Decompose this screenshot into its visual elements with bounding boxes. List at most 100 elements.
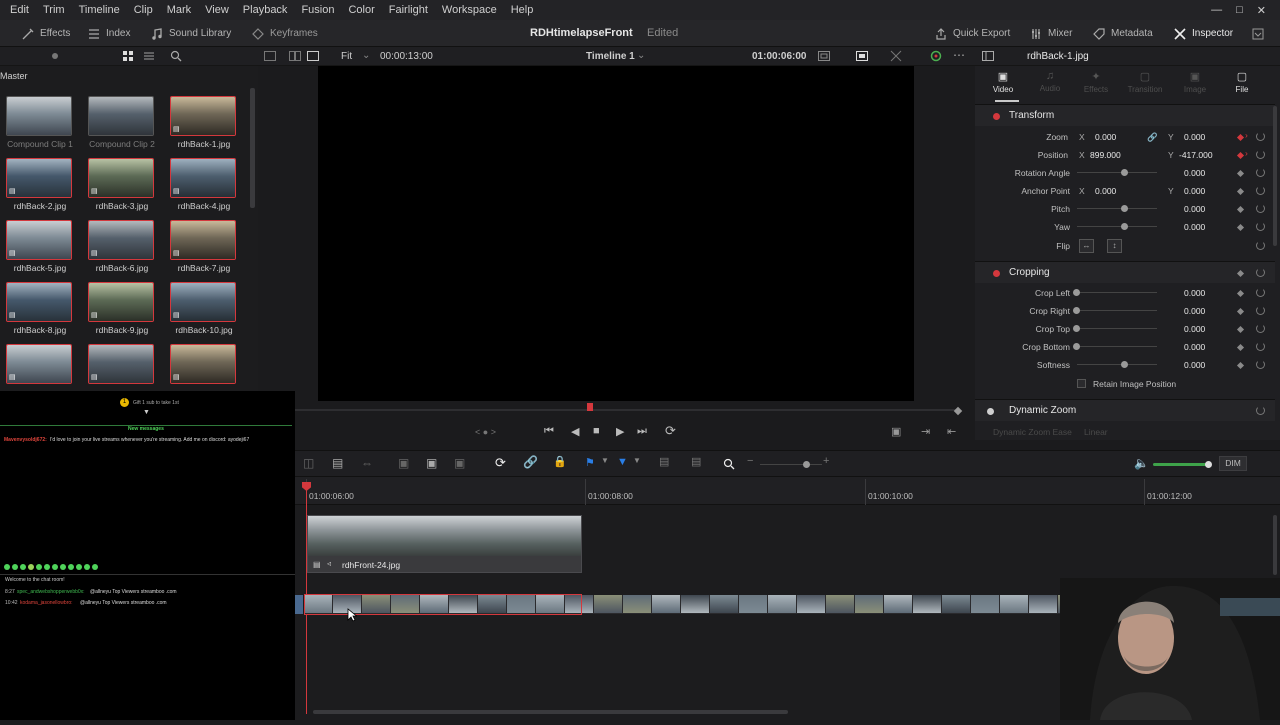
loop-icon[interactable]: ⟳: [665, 423, 676, 439]
zoom-icon[interactable]: [723, 458, 735, 470]
file-tab[interactable]: ▢ File: [1222, 70, 1262, 94]
play-icon[interactable]: ▶: [616, 425, 624, 438]
snapping-icon[interactable]: ⟳: [495, 455, 506, 471]
menu-fusion[interactable]: Fusion: [294, 4, 341, 16]
menu-fairlight[interactable]: Fairlight: [382, 4, 435, 16]
slider-knob[interactable]: [1121, 223, 1128, 230]
replace-clip-icon[interactable]: ▣: [454, 456, 465, 470]
playhead-marker[interactable]: [587, 403, 593, 411]
rotation-field[interactable]: 0.000: [1184, 168, 1205, 178]
menu-help[interactable]: Help: [504, 4, 541, 16]
enable-toggle[interactable]: [987, 408, 994, 415]
zoom-fit-select[interactable]: Fit: [341, 51, 352, 62]
keyframe-icon[interactable]: [1236, 187, 1245, 196]
mark-out-icon[interactable]: ⇤: [947, 425, 956, 438]
chevron-down-icon[interactable]: ▼: [601, 456, 609, 465]
viewer-canvas[interactable]: [318, 66, 914, 401]
slider-knob[interactable]: [1205, 461, 1212, 468]
reset-icon[interactable]: [1256, 222, 1265, 231]
transform-section-header[interactable]: Transform: [975, 104, 1275, 126]
marker-icon[interactable]: ▼: [617, 456, 628, 468]
color-wheel-icon[interactable]: [930, 50, 942, 62]
effects-button[interactable]: Effects: [22, 20, 70, 47]
enable-toggle[interactable]: [993, 113, 1000, 120]
trim-mode-icon[interactable]: ⇔: [361, 456, 373, 470]
reset-icon[interactable]: [1256, 360, 1265, 369]
dynamic-zoom-section-header[interactable]: Dynamic Zoom: [975, 399, 1275, 421]
dual-viewer-icon[interactable]: [289, 51, 301, 61]
reset-icon[interactable]: [1256, 406, 1265, 415]
menu-workspace[interactable]: Workspace: [435, 4, 504, 16]
media-thumbnail[interactable]: ▤: [170, 282, 236, 322]
timeline-clip[interactable]: ▤ ◃ rdhFront-24.jpg: [307, 515, 582, 573]
media-pool-scrollbar[interactable]: [250, 88, 255, 208]
chevron-down-icon[interactable]: ▼: [633, 456, 641, 465]
slider-knob[interactable]: [1121, 361, 1128, 368]
media-thumbnail[interactable]: ▤: [6, 344, 72, 384]
speaker-icon[interactable]: 🔈: [1134, 456, 1149, 470]
close-icon[interactable]: ✕: [1257, 4, 1266, 17]
slider-knob[interactable]: [803, 461, 810, 468]
timeline-scrollbar[interactable]: [313, 710, 788, 714]
keyframe-icon[interactable]: [1236, 325, 1245, 334]
link-icon[interactable]: 🔗: [1147, 132, 1158, 143]
transform-icon[interactable]: [890, 50, 902, 62]
media-thumbnail[interactable]: ▤: [6, 220, 72, 260]
media-thumbnail[interactable]: ▤: [6, 282, 72, 322]
media-thumbnail[interactable]: [6, 96, 72, 136]
minimize-icon[interactable]: —: [1211, 4, 1222, 16]
retain-image-checkbox[interactable]: [1077, 379, 1086, 388]
slider-knob[interactable]: [1073, 289, 1080, 296]
dim-button[interactable]: DIM: [1219, 456, 1247, 471]
media-thumbnail[interactable]: ▤: [170, 158, 236, 198]
crop-left-field[interactable]: 0.000: [1184, 288, 1205, 298]
reset-icon[interactable]: [1256, 150, 1265, 159]
flip-horizontal-icon[interactable]: ↔: [1079, 239, 1094, 253]
position-x-field[interactable]: 899.000: [1090, 150, 1121, 160]
reset-icon[interactable]: [1256, 268, 1265, 277]
menu-clip[interactable]: Clip: [127, 4, 160, 16]
out-point-marker[interactable]: [953, 406, 963, 416]
detail-zoom-icon[interactable]: ▤: [691, 455, 701, 468]
keyframe-icon[interactable]: [1236, 343, 1245, 352]
effects-tab[interactable]: ✦ Effects: [1076, 70, 1116, 94]
chevron-right-icon[interactable]: ›: [1245, 148, 1248, 158]
keyframes-button[interactable]: Keyframes: [252, 20, 318, 47]
grid-view-icon[interactable]: [123, 51, 134, 62]
chevron-right-icon[interactable]: ›: [1245, 130, 1248, 140]
cropping-section-header[interactable]: Cropping: [975, 261, 1275, 283]
keyframe-icon[interactable]: [1236, 361, 1245, 370]
media-thumbnail[interactable]: [88, 96, 154, 136]
reset-icon[interactable]: [1256, 241, 1265, 250]
index-button[interactable]: Index: [88, 20, 130, 47]
viewer-layout-icon[interactable]: [264, 51, 276, 61]
media-thumbnail[interactable]: ▤: [170, 96, 236, 136]
slider-knob[interactable]: [1073, 343, 1080, 350]
zoom-x-field[interactable]: 0.000: [1095, 132, 1116, 142]
sound-library-button[interactable]: Sound Library: [151, 20, 231, 47]
mixer-button[interactable]: Mixer: [1030, 20, 1072, 47]
timeline-vertical-scrollbar[interactable]: [1273, 515, 1277, 575]
more-options-icon[interactable]: ⋯: [953, 48, 965, 62]
softness-field[interactable]: 0.000: [1184, 360, 1205, 370]
pitch-field[interactable]: 0.000: [1184, 204, 1205, 214]
anchor-x-field[interactable]: 0.000: [1095, 186, 1116, 196]
select-mode-icon[interactable]: ▤: [332, 456, 343, 470]
timeline-name[interactable]: Timeline 1: [586, 51, 635, 62]
reset-icon[interactable]: [1256, 288, 1265, 297]
timeline-ruler[interactable]: 01:00:06:00 01:00:08:00 01:00:10:00 01:0…: [295, 477, 1280, 505]
media-thumbnail[interactable]: ▤: [170, 344, 236, 384]
anchor-y-field[interactable]: 0.000: [1184, 186, 1205, 196]
crop-right-slider[interactable]: [1077, 310, 1157, 311]
panel-layout-icon[interactable]: [982, 51, 994, 61]
video-tab[interactable]: ▣ Video: [983, 70, 1023, 94]
menu-view[interactable]: View: [198, 4, 236, 16]
crop-right-field[interactable]: 0.000: [1184, 306, 1205, 316]
media-thumbnail[interactable]: ▤: [170, 220, 236, 260]
keyframe-icon[interactable]: [1236, 133, 1245, 142]
inspector-button[interactable]: Inspector: [1174, 20, 1233, 47]
list-view-icon[interactable]: [144, 51, 155, 62]
slider-knob[interactable]: [1121, 205, 1128, 212]
menu-timeline[interactable]: Timeline: [72, 4, 127, 16]
keyframe-icon[interactable]: [1236, 289, 1245, 298]
